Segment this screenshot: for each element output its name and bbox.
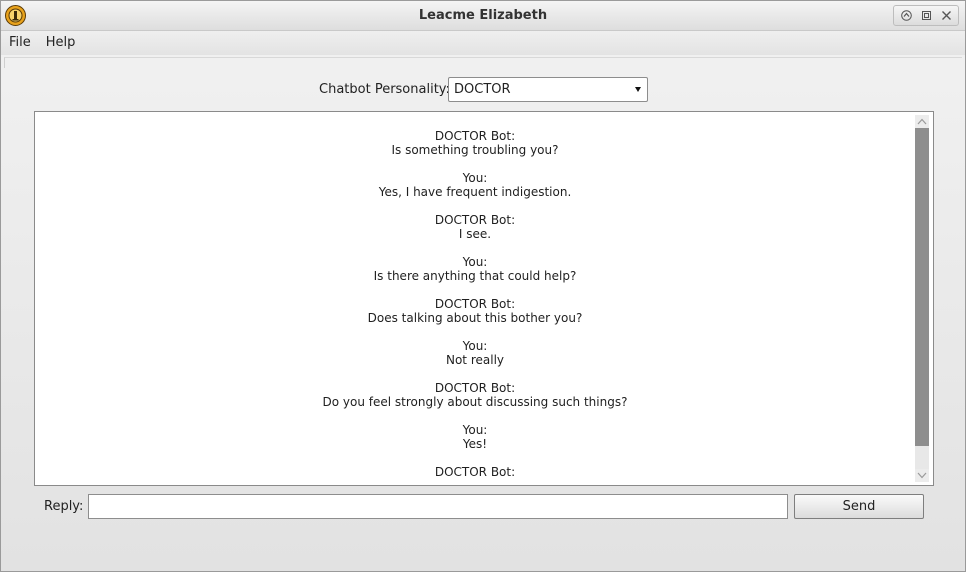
chat-message: You: Yes! — [35, 423, 915, 451]
scroll-up-arrow-icon[interactable] — [915, 115, 929, 128]
message-sender: DOCTOR Bot: — [434, 465, 516, 479]
dropdown-arrow-icon — [635, 87, 641, 92]
message-sender: DOCTOR Bot: — [434, 129, 516, 143]
chat-messages: DOCTOR Bot: Is something troubling you? … — [35, 129, 915, 485]
message-text: Not really — [445, 353, 504, 367]
close-icon[interactable] — [938, 8, 954, 24]
message-sender: DOCTOR Bot: — [434, 213, 516, 227]
message-sender: You: — [462, 423, 488, 437]
personality-row: Chatbot Personality: DOCTOR — [1, 77, 965, 102]
message-sender: DOCTOR Bot: — [434, 297, 516, 311]
app-window: Leacme Elizabeth File Help Chatbot Perso… — [0, 0, 966, 572]
maximize-up-icon[interactable] — [898, 8, 914, 24]
reply-row: Reply: Send — [1, 494, 965, 519]
message-sender: DOCTOR Bot: — [434, 381, 516, 395]
scroll-thumb[interactable] — [915, 128, 929, 446]
chat-message: DOCTOR Bot: I see. — [35, 213, 915, 241]
message-text: Do you feel strongly about discussing su… — [322, 395, 628, 409]
chat-message: DOCTOR Bot: Is something troubling you? — [35, 129, 915, 157]
message-text: Yes, I have frequent indigestion. — [378, 185, 572, 199]
message-sender: You: — [462, 171, 488, 185]
message-text: Yes! — [462, 437, 488, 451]
chat-message: DOCTOR Bot: Does talking about this both… — [35, 297, 915, 325]
menu-help[interactable]: Help — [38, 31, 83, 55]
window-title: Leacme Elizabeth — [418, 8, 548, 23]
chat-message: You: Not really — [35, 339, 915, 367]
message-sender: You: — [462, 255, 488, 269]
chat-message: You: Is there anything that could help? — [35, 255, 915, 283]
message-text: Is something troubling you? — [391, 143, 559, 157]
reply-label: Reply: — [44, 499, 84, 514]
scroll-down-arrow-icon[interactable] — [915, 469, 929, 482]
window-controls — [893, 5, 959, 26]
send-button[interactable]: Send — [794, 494, 924, 519]
title-bar[interactable]: Leacme Elizabeth — [1, 1, 965, 31]
chat-message: DOCTOR Bot: Do you feel strongly about d… — [35, 381, 915, 409]
message-text: I see. — [458, 227, 492, 241]
restore-icon[interactable] — [918, 8, 934, 24]
message-text: Does talking about this bother you? — [367, 311, 583, 325]
message-text: Is there anything that could help? — [373, 269, 577, 283]
personality-selected-value: DOCTOR — [454, 82, 511, 97]
chat-message: DOCTOR Bot: — [35, 465, 915, 479]
menu-separator — [4, 57, 962, 68]
personality-select[interactable]: DOCTOR — [448, 77, 648, 102]
chat-transcript[interactable]: DOCTOR Bot: Is something troubling you? … — [34, 111, 934, 486]
chat-scrollbar[interactable] — [915, 115, 929, 482]
message-sender: You: — [462, 339, 488, 353]
personality-label: Chatbot Personality: — [319, 82, 450, 97]
menu-bar: File Help — [1, 31, 965, 55]
menu-file[interactable]: File — [1, 31, 38, 55]
reply-input[interactable] — [88, 494, 788, 519]
chat-message: You: Yes, I have frequent indigestion. — [35, 171, 915, 199]
